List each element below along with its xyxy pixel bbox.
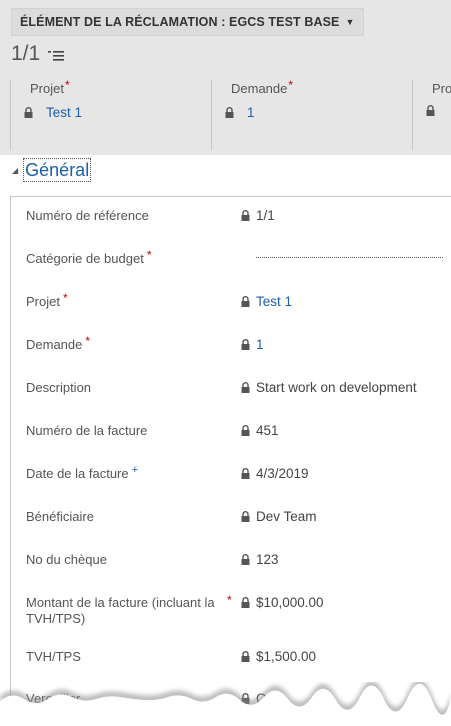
section-title: Général [23,158,92,182]
general-section-form: Numéro de référence 1/1 Catégorie de bud… [10,196,451,726]
field-value: 451 [241,423,279,438]
divider [412,80,413,150]
field-label: Montant de la facture (incluant la TVH/T… [26,595,215,626]
field-value-text: 123 [256,552,279,567]
field-value-text: 451 [256,423,279,438]
summary-field-truncated: Pro [412,78,451,152]
summary-value-link[interactable]: Test 1 [46,105,82,120]
field-value: 1 [241,337,264,352]
project-link[interactable]: Test 1 [256,294,292,309]
field-value: Test 1 [241,294,292,309]
field-value-text: 1/1 [256,208,275,223]
summary-value [426,105,435,116]
field-value: Start work on development [241,380,417,395]
field-label: Catégorie de budget * [26,248,152,266]
lock-icon [241,554,250,565]
list-icon[interactable] [48,50,65,62]
field-label: Bénéficiaire [26,509,94,524]
field-label: Numéro de référence [26,208,149,223]
field-value-text: 4/3/2019 [256,466,309,481]
field-value: 4/3/2019 [241,466,309,481]
entity-title: ÉLÉMENT DE LA RÉCLAMATION : EGCS TEST BA… [20,15,340,29]
field-label: Projet * [26,291,68,309]
summary-label: Pro [432,81,451,96]
field-label: Date de la facture + [26,464,139,481]
field-label: TVH/TPS [26,649,81,664]
lock-icon [241,597,250,608]
field-value-text: Dev Team [256,509,317,524]
field-label: Numéro de la facture [26,423,148,438]
entity-title-dropdown[interactable]: ÉLÉMENT DE LA RÉCLAMATION : EGCS TEST BA… [11,8,364,36]
lock-icon [241,296,250,307]
field-value: 123 [241,552,279,567]
field-label: Demande * [26,334,91,352]
summary-value: Test 1 [24,105,82,120]
summary-label: Projet* [30,78,70,96]
lock-icon [241,339,250,350]
divider [10,80,11,150]
collapse-triangle-icon[interactable]: ◢ [12,166,18,175]
record-pager: 1/1 [11,42,65,66]
pager-count: 1/1 [11,42,41,65]
lock-icon [426,105,435,116]
torn-edge-decoration [0,682,451,726]
field-value: Dev Team [241,509,317,524]
demande-link[interactable]: 1 [256,337,264,352]
field-label: Description [26,380,92,395]
lock-icon [241,210,250,221]
field-value: $10,000.00 [241,595,324,610]
lock-icon [241,425,250,436]
summary-label: Demande* [231,78,294,96]
lock-icon [225,107,234,118]
caret-down-icon: ▼ [345,17,355,27]
record-header: ÉLÉMENT DE LA RÉCLAMATION : EGCS TEST BA… [0,0,451,155]
budget-category-input[interactable] [256,257,443,258]
required-marker: * [227,593,232,607]
field-value-text: Start work on development [256,380,417,395]
summary-field-projet: Projet* Test 1 [10,78,210,152]
lock-icon [241,651,250,662]
field-value: 1/1 [241,208,275,223]
field-value: $1,500.00 [241,649,316,664]
header-summary-fields: Projet* Test 1 Demande* 1 Pro [0,78,451,152]
lock-icon [24,107,33,118]
divider [211,80,212,150]
field-value-text: $10,000.00 [256,595,324,610]
lock-icon [241,511,250,522]
lock-icon [241,468,250,479]
section-header-general[interactable]: ◢ Général [12,158,92,182]
summary-field-demande: Demande* 1 [211,78,411,152]
summary-value-link[interactable]: 1 [247,105,255,120]
lock-icon [241,382,250,393]
field-value-text: $1,500.00 [256,649,317,664]
summary-value: 1 [225,105,255,120]
field-label: No du chèque [26,552,107,567]
